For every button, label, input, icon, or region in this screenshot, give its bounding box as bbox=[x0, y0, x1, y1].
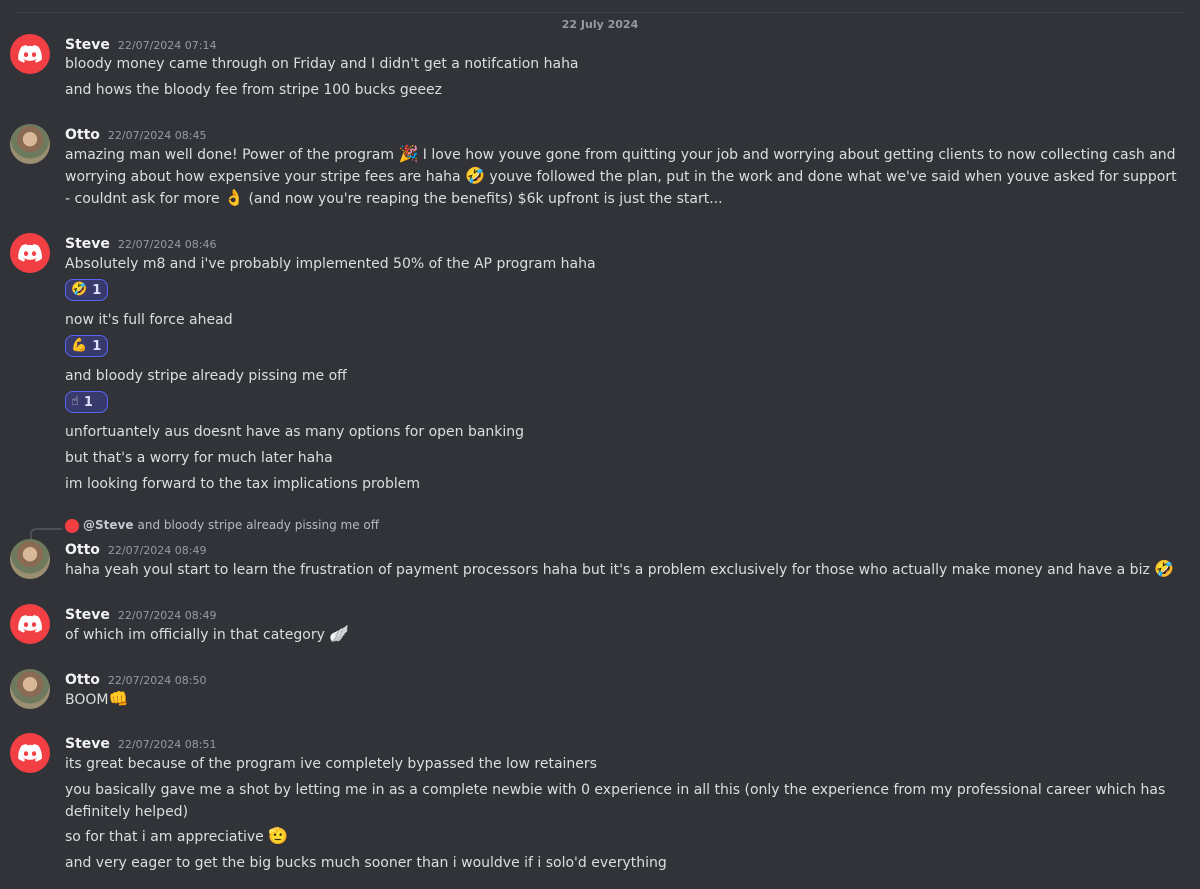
message-text: now it's full force ahead bbox=[65, 312, 233, 328]
discord-logo-icon bbox=[65, 518, 79, 533]
message-text-part: BOOM bbox=[65, 692, 109, 708]
message-group: Steve 22/07/2024 08:46 Absolutely m8 and … bbox=[0, 233, 1200, 495]
message-header: Otto 22/07/2024 08:49 bbox=[65, 539, 207, 561]
saluting-face-icon: 🫡 bbox=[268, 826, 289, 845]
author-name[interactable]: Steve bbox=[65, 607, 110, 623]
message-text: and very eager to get the big bucks much… bbox=[65, 855, 667, 871]
message-text-part: so for that i am appreciative bbox=[65, 829, 264, 845]
message-text: im looking forward to the tax implicatio… bbox=[65, 476, 421, 492]
rofl-emoji-icon: 🤣 bbox=[1154, 559, 1175, 578]
message-text-part: of which im officially in that category bbox=[65, 627, 325, 643]
message-group: Otto 22/07/2024 08:45 amazing man well do… bbox=[0, 124, 1200, 214]
reaction-count: 1 bbox=[92, 282, 102, 298]
rofl-emoji-icon: 🤣 bbox=[465, 166, 485, 185]
message-text: unfortuantely aus doesnt have as many op… bbox=[65, 424, 525, 440]
rofl-emoji-icon: 🤣 bbox=[71, 282, 88, 297]
reaction-count: 1 bbox=[92, 338, 102, 354]
user-avatar[interactable] bbox=[10, 669, 50, 709]
author-name[interactable]: Otto bbox=[65, 127, 100, 143]
message-group: Otto 22/07/2024 08:49 haha yeah youl star… bbox=[0, 539, 1200, 583]
reply-author: @Steve bbox=[83, 518, 134, 532]
message-text: Absolutely m8 and i've probably implemen… bbox=[65, 256, 596, 272]
author-name[interactable]: Steve bbox=[65, 236, 110, 252]
message-text: but that's a worry for much later haha bbox=[65, 450, 333, 466]
ok-hand-icon: 👌 bbox=[224, 188, 244, 207]
message-group: Steve 22/07/2024 08:51 its great because … bbox=[0, 733, 1200, 883]
timestamp: 22/07/2024 08:45 bbox=[107, 129, 207, 142]
reply-text: and bloody stripe already pissing me off bbox=[137, 518, 380, 532]
party-popper-icon: 🎉 bbox=[398, 144, 419, 163]
timestamp: 22/07/2024 07:14 bbox=[117, 39, 217, 52]
date-divider: 22 July 2024 bbox=[16, 12, 1184, 33]
reaction-button[interactable]: ☝ 1 bbox=[65, 391, 108, 413]
message-text: bloody money came through on Friday and … bbox=[65, 56, 579, 72]
message-text: of which im officially in that category … bbox=[65, 624, 1186, 646]
discord-logo-icon[interactable] bbox=[10, 733, 50, 773]
message-group: Otto 22/07/2024 08:50 BOOM👊 bbox=[0, 669, 1200, 713]
message-text-part: (and now you're reaping the benefits) $6… bbox=[244, 191, 723, 207]
timestamp: 22/07/2024 08:51 bbox=[117, 738, 217, 751]
message-text: so for that i am appreciative 🫡 bbox=[65, 826, 1186, 848]
reaction-button[interactable]: 🤣 1 bbox=[65, 279, 108, 301]
message-text: you basically gave me a shot by letting … bbox=[65, 782, 1166, 820]
message-group: Steve 22/07/2024 08:49 of which im offici… bbox=[0, 604, 1200, 648]
fist-bump-icon: 👊 bbox=[108, 689, 129, 708]
message-text-part: amazing man well done! Power of the prog… bbox=[65, 147, 399, 163]
message-text: its great because of the program ive com… bbox=[65, 756, 597, 772]
index-pointing-up-icon: ☝ bbox=[71, 394, 79, 409]
message-text: BOOM👊 bbox=[65, 689, 1186, 711]
message-text: haha yeah youl start to learn the frustr… bbox=[65, 559, 1186, 581]
message-text-part: haha yeah youl start to learn the frustr… bbox=[65, 562, 1150, 578]
message-header: Steve 22/07/2024 08:46 bbox=[65, 233, 217, 255]
message-header: Steve 22/07/2024 08:49 bbox=[65, 604, 217, 626]
author-name[interactable]: Otto bbox=[65, 542, 100, 558]
discord-logo-icon[interactable] bbox=[10, 34, 50, 74]
message-text: and bloody stripe already pissing me off bbox=[65, 368, 347, 384]
user-avatar[interactable] bbox=[10, 539, 50, 579]
timestamp: 22/07/2024 08:49 bbox=[107, 544, 207, 557]
date-divider-label: 22 July 2024 bbox=[555, 17, 645, 33]
message-header: Otto 22/07/2024 08:45 bbox=[65, 124, 207, 146]
flexed-biceps-icon: 💪 bbox=[71, 338, 88, 353]
message-header: Otto 22/07/2024 08:50 bbox=[65, 669, 207, 691]
timestamp: 22/07/2024 08:46 bbox=[117, 238, 217, 251]
message-text: amazing man well done! Power of the prog… bbox=[65, 144, 1186, 210]
author-name[interactable]: Otto bbox=[65, 672, 100, 688]
wing-icon: 🪽 bbox=[329, 624, 350, 643]
author-name[interactable]: Steve bbox=[65, 736, 110, 752]
timestamp: 22/07/2024 08:50 bbox=[107, 674, 207, 687]
message-group: Steve 22/07/2024 07:14 bloody money came … bbox=[0, 34, 1200, 104]
reaction-button[interactable]: 💪 1 bbox=[65, 335, 108, 357]
message-header: Steve 22/07/2024 08:51 bbox=[65, 733, 217, 755]
discord-logo-icon[interactable] bbox=[10, 233, 50, 273]
discord-logo-icon[interactable] bbox=[10, 604, 50, 644]
reaction-count: 1 bbox=[83, 394, 93, 410]
reply-preview[interactable]: @Steve and bloody stripe already pissing … bbox=[65, 516, 379, 534]
message-text: and hows the bloody fee from stripe 100 … bbox=[65, 82, 442, 98]
timestamp: 22/07/2024 08:49 bbox=[117, 609, 217, 622]
user-avatar[interactable] bbox=[10, 124, 50, 164]
author-name[interactable]: Steve bbox=[65, 37, 110, 53]
